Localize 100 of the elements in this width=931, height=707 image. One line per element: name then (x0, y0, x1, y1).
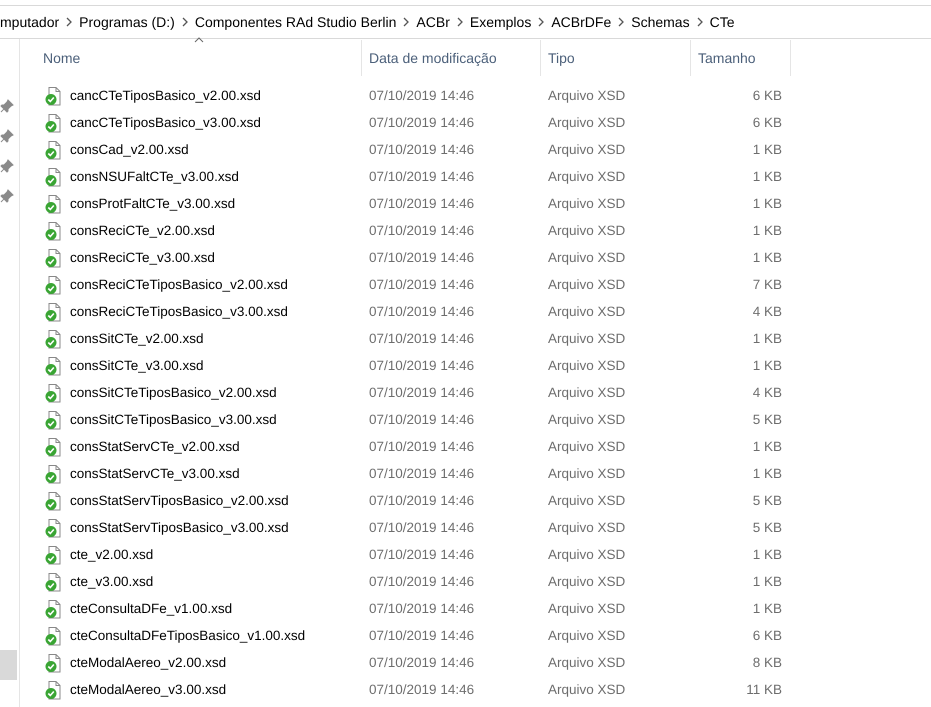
file-check-icon (45, 114, 62, 133)
file-check-icon (45, 87, 62, 106)
file-row[interactable]: cte_v3.00.xsd 07/10/2019 14:46 Arquivo XSD 1 KB (36, 569, 791, 596)
table-cell-text: Arquivo XSD (547, 195, 626, 214)
sort-caret-icon (194, 37, 204, 43)
table-cell-text: Arquivo XSD (547, 168, 626, 186)
table-cell-text: Arquivo XSD (547, 384, 626, 402)
file-name: consNSUFaltCTe_v3.00.xsd (70, 168, 239, 186)
file-name: consStatServTiposBasico_v3.00.xsd (70, 519, 289, 538)
breadcrumb-item[interactable]: Componentes RAd Studio Berlin (188, 12, 402, 32)
column-header[interactable]: Nome (36, 40, 362, 76)
table-cell-text: Arquivo XSD (547, 357, 626, 376)
file-check-icon (45, 249, 62, 268)
file-name: consReciCTeTiposBasico_v2.00.xsd (70, 276, 288, 294)
breadcrumb-item[interactable]: Schemas (625, 12, 696, 32)
table-cell-text: Arquivo XSD (547, 438, 626, 456)
table-cell-text: 07/10/2019 14:46 (368, 357, 476, 376)
pin-icon[interactable] (0, 99, 14, 113)
table-cell-text: 07/10/2019 14:46 (368, 681, 476, 700)
file-row[interactable]: consCad_v2.00.xsd 07/10/2019 14:46 Arquivo XSD 1 KB (36, 137, 791, 164)
chevron-icon[interactable] (402, 17, 410, 27)
chevron-icon[interactable] (456, 17, 464, 27)
table-cell-text: Arquivo XSD (547, 87, 626, 106)
breadcrumb-item[interactable]: Exemplos (464, 12, 538, 32)
chevron-icon[interactable] (696, 17, 704, 27)
table-cell-text: 07/10/2019 14:46 (368, 411, 476, 430)
file-row[interactable]: consSitCTe_v2.00.xsd 07/10/2019 14:46 Arquivo XSD 1 KB (36, 326, 791, 353)
file-row[interactable]: consSitCTeTiposBasico_v3.00.xsd 07/10/2019 14:46 Arquivo XSD 5 KB (36, 407, 791, 434)
breadcrumb-item[interactable]: Programas (D:) (73, 12, 181, 32)
pin-icon[interactable] (0, 189, 14, 203)
file-row[interactable]: cancCTeTiposBasico_v3.00.xsd 07/10/2019 14:46 Arquivo XSD 6 KB (36, 110, 791, 137)
file-row[interactable]: consStatServCTe_v2.00.xsd 07/10/2019 14:46 Arquivo XSD 1 KB (36, 434, 791, 461)
table-cell-text: 07/10/2019 14:46 (368, 195, 476, 214)
table-cell-text: 07/10/2019 14:46 (368, 384, 476, 402)
file-check-icon (45, 168, 62, 187)
file-check-icon (45, 681, 62, 700)
table-cell-text: 07/10/2019 14:46 (368, 168, 476, 186)
file-row[interactable]: consStatServTiposBasico_v3.00.xsd 07/10/2019 14:46 Arquivo XSD 5 KB (36, 515, 791, 542)
table-cell-text: 07/10/2019 14:46 (368, 114, 476, 132)
breadcrumb-item[interactable]: ACBr (410, 12, 456, 32)
table-cell-text: Arquivo XSD (547, 519, 626, 538)
table-cell-text: 07/10/2019 14:46 (368, 492, 476, 510)
column-header[interactable]: Tipo (541, 40, 691, 76)
file-row[interactable]: consProtFaltCTe_v3.00.xsd 07/10/2019 14:46 Arquivo XSD 1 KB (36, 191, 791, 218)
file-row[interactable]: cte_v2.00.xsd 07/10/2019 14:46 Arquivo XSD 1 KB (36, 542, 791, 569)
file-check-icon (45, 465, 62, 484)
file-name: cteModalAereo_v2.00.xsd (70, 654, 226, 672)
file-row[interactable]: cteModalAereo_v2.00.xsd 07/10/2019 14:46 Arquivo XSD 8 KB (36, 650, 791, 677)
breadcrumb-item[interactable]: CTe (704, 12, 740, 32)
file-name: consStatServCTe_v3.00.xsd (70, 465, 240, 484)
file-name: consStatServCTe_v2.00.xsd (70, 438, 240, 456)
table-cell-text: 5 KB (752, 492, 783, 510)
file-name: consProtFaltCTe_v3.00.xsd (70, 195, 236, 214)
file-row[interactable]: cancCTeTiposBasico_v2.00.xsd 07/10/2019 14:46 Arquivo XSD 6 KB (36, 83, 791, 110)
file-name: cte_v3.00.xsd (70, 573, 154, 592)
file-row[interactable]: consReciCTe_v2.00.xsd 07/10/2019 14:46 Arquivo XSD 1 KB (36, 218, 791, 245)
file-name: cancCTeTiposBasico_v2.00.xsd (70, 87, 261, 106)
file-row[interactable]: consStatServTiposBasico_v2.00.xsd 07/10/2019 14:46 Arquivo XSD 5 KB (36, 488, 791, 515)
file-row[interactable]: consNSUFaltCTe_v3.00.xsd 07/10/2019 14:46 Arquivo XSD 1 KB (36, 164, 791, 191)
pin-icon[interactable] (0, 129, 14, 143)
file-row[interactable]: cteModalAereo_v3.00.xsd 07/10/2019 14:46 Arquivo XSD 11 KB (36, 677, 791, 704)
file-row[interactable]: cteConsultaDFeTiposBasico_v1.00.xsd 07/10/2019 14:46 Arquivo XSD 6 KB (36, 623, 791, 650)
file-row[interactable]: consStatServCTe_v3.00.xsd 07/10/2019 14:46 Arquivo XSD 1 KB (36, 461, 791, 488)
file-name: consSitCTe_v2.00.xsd (70, 330, 204, 348)
chevron-icon[interactable] (180, 17, 189, 27)
file-row[interactable]: consReciCTeTiposBasico_v2.00.xsd 07/10/2019 14:46 Arquivo XSD 7 KB (36, 272, 791, 299)
file-name: consSitCTeTiposBasico_v2.00.xsd (70, 384, 277, 402)
file-check-icon (45, 330, 62, 349)
table-cell-text: Arquivo XSD (547, 681, 626, 700)
table-cell-text: 07/10/2019 14:46 (368, 546, 476, 564)
table-cell-text: 07/10/2019 14:46 (368, 249, 476, 268)
breadcrumb-item[interactable]: ACBrDFe (545, 12, 618, 32)
file-row[interactable]: consReciCTeTiposBasico_v3.00.xsd 07/10/2019 14:46 Arquivo XSD 4 KB (36, 299, 791, 326)
file-row[interactable]: consSitCTeTiposBasico_v2.00.xsd 07/10/2019 14:46 Arquivo XSD 4 KB (36, 380, 791, 407)
breadcrumb-item[interactable]: mputador (0, 12, 66, 32)
file-check-icon (45, 141, 62, 160)
table-cell-text: 8 KB (752, 654, 783, 672)
table-cell-text: 5 KB (752, 411, 783, 430)
column-header[interactable]: Data de modificação (362, 40, 541, 76)
chevron-icon[interactable] (617, 17, 626, 27)
file-row[interactable]: cteConsultaDFe_v1.00.xsd 07/10/2019 14:46 Arquivo XSD 1 KB (36, 596, 791, 623)
table-cell-text: 1 KB (752, 438, 783, 456)
table-cell-text: Arquivo XSD (547, 303, 626, 322)
chevron-icon[interactable] (65, 17, 74, 27)
column-header[interactable]: Tamanho (691, 40, 791, 76)
file-row[interactable]: consReciCTe_v3.00.xsd 07/10/2019 14:46 Arquivo XSD 1 KB (36, 245, 791, 272)
file-name: consStatServTiposBasico_v2.00.xsd (70, 492, 289, 510)
chevron-icon[interactable] (537, 17, 546, 27)
table-cell-text: Arquivo XSD (547, 411, 626, 430)
table-cell-text: 07/10/2019 14:46 (368, 141, 476, 160)
pin-icon[interactable] (0, 159, 14, 173)
table-cell-text: Arquivo XSD (547, 627, 626, 646)
table-cell-text: 1 KB (752, 141, 783, 160)
table-cell-text: Arquivo XSD (547, 465, 626, 484)
file-name: consReciCTe_v2.00.xsd (70, 222, 215, 240)
table-cell-text: Arquivo XSD (547, 546, 626, 564)
table-cell-text: 4 KB (752, 303, 783, 322)
file-row[interactable]: consSitCTe_v3.00.xsd 07/10/2019 14:46 Arquivo XSD 1 KB (36, 353, 791, 380)
table-cell-text: 1 KB (752, 546, 783, 564)
table-cell-text: 07/10/2019 14:46 (368, 627, 476, 646)
